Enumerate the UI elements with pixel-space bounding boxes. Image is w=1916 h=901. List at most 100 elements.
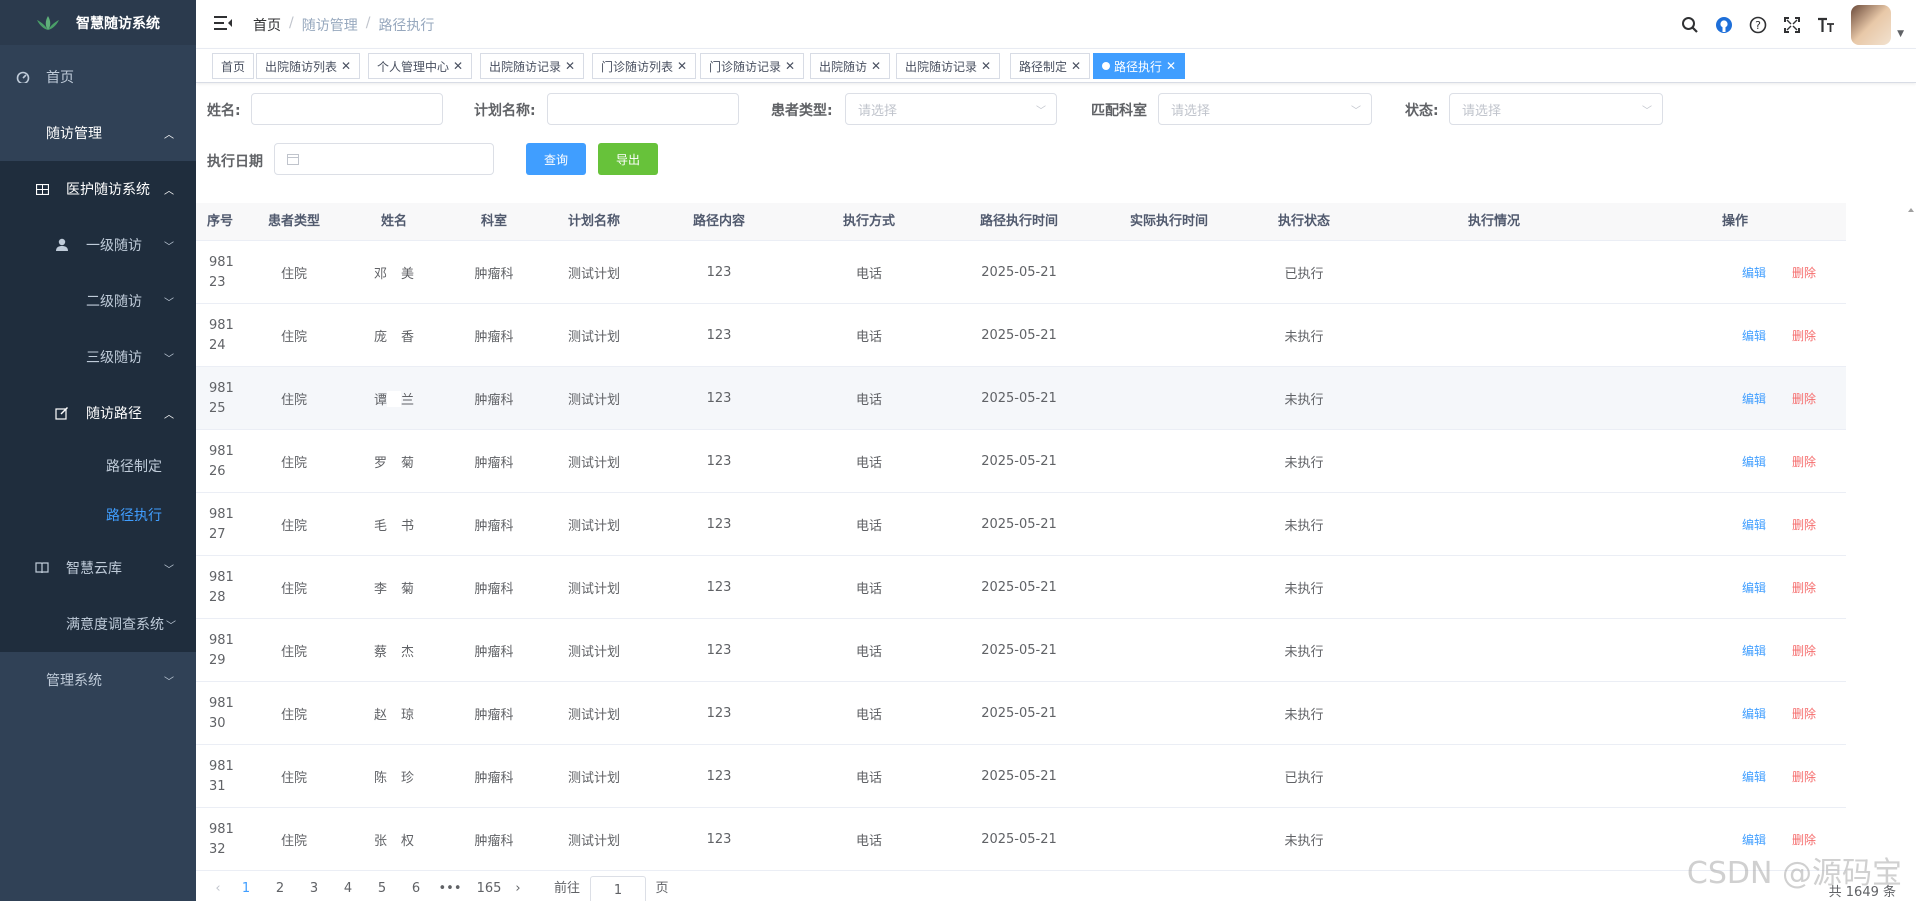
breadcrumb-followup-mgmt[interactable]: 随访管理 — [302, 15, 358, 35]
patient-type-select[interactable]: 请选择 ﹀ — [845, 93, 1057, 125]
cell-seq: 981 24 — [209, 304, 249, 367]
edit-button[interactable]: 编辑 — [1742, 264, 1766, 281]
cell-actual-time — [1094, 682, 1244, 745]
delete-button[interactable]: 删除 — [1792, 390, 1816, 407]
scroll-up-icon[interactable] — [1906, 205, 1916, 215]
close-icon[interactable]: ✕ — [453, 59, 463, 73]
close-icon[interactable]: ✕ — [341, 59, 351, 73]
edit-button[interactable]: 编辑 — [1742, 327, 1766, 344]
close-icon[interactable]: ✕ — [677, 59, 687, 73]
top-navbar: 首页 / 随访管理 / 路径执行 ? ▼ — [196, 0, 1916, 49]
page-number[interactable]: 3 — [302, 876, 326, 901]
delete-button[interactable]: 删除 — [1792, 642, 1816, 659]
vertical-scrollbar[interactable] — [1906, 203, 1916, 901]
seq-part: 981 — [209, 443, 234, 459]
edit-button[interactable]: 编辑 — [1742, 453, 1766, 470]
sidebar-item-path-exec[interactable]: 路径执行 — [0, 487, 196, 543]
chevron-up-icon: ︿ — [164, 129, 174, 141]
tab-discharge[interactable]: 出院随访 ✕ — [810, 53, 891, 79]
page-number[interactable]: 2 — [268, 876, 292, 901]
query-button[interactable]: 查询 — [526, 143, 586, 175]
edit-button[interactable]: 编辑 — [1742, 579, 1766, 596]
masked-char — [387, 831, 401, 848]
export-button[interactable]: 导出 — [598, 143, 658, 175]
sidebar-item-home[interactable]: 首页 — [0, 49, 196, 105]
plan-name-input[interactable] — [547, 93, 739, 125]
close-icon[interactable]: ✕ — [1166, 59, 1176, 73]
github-icon[interactable] — [1707, 0, 1741, 49]
masked-char — [387, 642, 401, 659]
sidebar-item-admin[interactable]: 管理系统 ﹀ — [0, 652, 196, 708]
delete-button[interactable]: 删除 — [1792, 831, 1816, 848]
status-select[interactable]: 请选择 ﹀ — [1449, 93, 1663, 125]
dept-select[interactable]: 请选择 ﹀ — [1158, 93, 1372, 125]
delete-button[interactable]: 删除 — [1792, 516, 1816, 533]
sidebar-item-level3[interactable]: 三级随访 ﹀ — [0, 329, 196, 385]
cell-dept: 肿瘤科 — [474, 393, 514, 408]
sidebar-item-nursing-system[interactable]: 医护随访系统 ︿ — [0, 161, 196, 217]
sidebar-item-cloud[interactable]: 智慧云库 ﹀ — [0, 540, 196, 596]
cell-plan: 测试计划 — [567, 393, 620, 408]
delete-button[interactable]: 删除 — [1792, 579, 1816, 596]
close-icon[interactable]: ✕ — [565, 59, 575, 73]
tab-personal-center[interactable]: 个人管理中心 ✕ — [368, 53, 473, 79]
cell-seq: 981 23 — [209, 241, 249, 304]
sidebar-item-followup-mgmt[interactable]: 随访管理 ︿ — [0, 105, 196, 161]
font-size-icon[interactable] — [1809, 0, 1843, 49]
caret-down-icon[interactable]: ▼ — [1897, 29, 1904, 39]
edit-button[interactable]: 编辑 — [1742, 705, 1766, 722]
menu-fold-icon[interactable] — [213, 13, 233, 33]
edit-button[interactable]: 编辑 — [1742, 768, 1766, 785]
edit-button[interactable]: 编辑 — [1742, 516, 1766, 533]
masked-char — [387, 264, 401, 281]
delete-button[interactable]: 删除 — [1792, 453, 1816, 470]
edit-button[interactable]: 编辑 — [1742, 642, 1766, 659]
sidebar-item-level2[interactable]: 二级随访 ﹀ — [0, 273, 196, 329]
exec-date-picker[interactable] — [274, 143, 494, 175]
name-input[interactable] — [251, 93, 443, 125]
tab-discharge-record-2[interactable]: 出院随访记录 ✕ — [896, 53, 1001, 79]
more-pages-icon[interactable]: ••• — [438, 876, 462, 901]
question-icon[interactable]: ? — [1741, 0, 1775, 49]
tab-discharge-list[interactable]: 出院随访列表 ✕ — [256, 53, 361, 79]
user-avatar[interactable] — [1851, 4, 1892, 45]
table-row: 981 24 庞香住院 肿瘤科 测试计划 123 电话 2025-05-21 未执行 编辑 删除 — [196, 304, 1846, 367]
next-page-icon[interactable]: › — [512, 876, 524, 901]
seq-part: 981 — [209, 758, 234, 774]
sidebar-item-satisfaction[interactable]: 满意度调查系统 ﹀ — [0, 596, 196, 652]
prev-page-icon[interactable]: ‹ — [212, 876, 224, 901]
close-icon[interactable]: ✕ — [1071, 59, 1081, 73]
edit-button[interactable]: 编辑 — [1742, 831, 1766, 848]
tab-path-exec[interactable]: 路径执行 ✕ — [1093, 53, 1186, 79]
watermark: CSDN @源码宝 — [1686, 856, 1902, 891]
close-icon[interactable]: ✕ — [981, 59, 991, 73]
tab-outpatient-list[interactable]: 门诊随访列表 ✕ — [592, 53, 697, 79]
chevron-down-icon: ﹀ — [166, 620, 176, 632]
cell-dept: 肿瘤科 — [474, 834, 514, 849]
breadcrumb-home[interactable]: 首页 — [253, 15, 281, 35]
close-icon[interactable]: ✕ — [785, 59, 795, 73]
cell-patient-type: 住院 — [280, 267, 307, 282]
tab-path-design[interactable]: 路径制定 ✕ — [1010, 53, 1091, 79]
page-number[interactable]: 4 — [336, 876, 360, 901]
delete-button[interactable]: 删除 — [1792, 768, 1816, 785]
delete-button[interactable]: 删除 — [1792, 327, 1816, 344]
page-number[interactable]: 165 — [472, 876, 506, 901]
search-icon[interactable] — [1673, 0, 1707, 49]
fullscreen-icon[interactable] — [1775, 0, 1809, 49]
delete-button[interactable]: 删除 — [1792, 264, 1816, 281]
delete-button[interactable]: 删除 — [1792, 705, 1816, 722]
col-dept: 科室 — [480, 214, 507, 229]
tab-outpatient-record[interactable]: 门诊随访记录 ✕ — [700, 53, 805, 79]
app-logo[interactable]: 智慧随访系统 — [0, 0, 196, 45]
page-number[interactable]: 6 — [404, 876, 428, 901]
close-icon[interactable]: ✕ — [871, 59, 881, 73]
tab-discharge-record[interactable]: 出院随访记录 ✕ — [480, 53, 585, 79]
sidebar-item-followup-path[interactable]: 随访路径 ︿ — [0, 385, 196, 441]
page-number[interactable]: 5 — [370, 876, 394, 901]
goto-page-input[interactable]: 1 — [590, 876, 646, 901]
sidebar-item-level1[interactable]: 一级随访 ﹀ — [0, 217, 196, 273]
edit-button[interactable]: 编辑 — [1742, 390, 1766, 407]
page-number[interactable]: 1 — [234, 876, 258, 901]
tab-home[interactable]: 首页 — [212, 53, 255, 79]
